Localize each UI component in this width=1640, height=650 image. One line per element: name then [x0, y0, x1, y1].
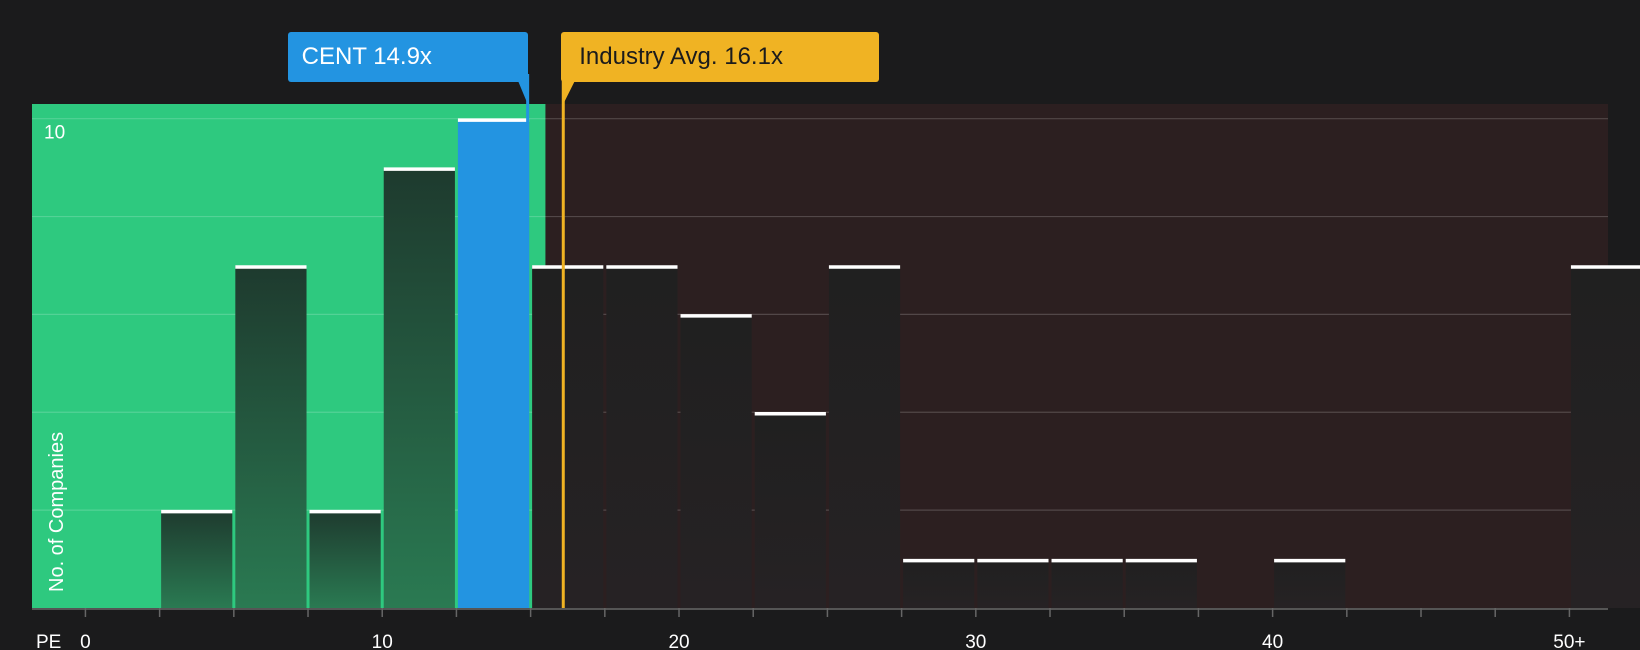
histogram-bar	[828, 265, 901, 608]
x-tick-label: 0	[80, 632, 91, 650]
histogram-bar	[1125, 559, 1197, 608]
histogram-bar	[977, 559, 1049, 608]
histogram-bar	[680, 314, 752, 608]
x-tick-label: 40	[1262, 632, 1283, 650]
histogram-bar	[606, 265, 678, 608]
histogram-bar	[532, 265, 604, 608]
histogram-bar	[1570, 265, 1640, 608]
histogram-bar	[1274, 559, 1346, 608]
histogram-bar	[1051, 559, 1123, 608]
x-axis-label: PE	[36, 632, 61, 650]
y-tick-label: 10	[44, 123, 65, 144]
histogram-bar	[235, 265, 307, 608]
industry-average-callout: Industry Avg. 16.1x	[561, 32, 880, 82]
x-tick-label: 50+	[1553, 632, 1585, 650]
x-tick-label: 30	[965, 632, 986, 650]
histogram-bar	[903, 559, 975, 608]
pe-distribution-chart: 0 10 20 30 40 50+ 10 No. of Companies PE	[0, 0, 1640, 650]
histogram-bar	[309, 510, 381, 608]
y-axis-label: No. of Companies	[46, 432, 68, 592]
histogram-bar	[457, 118, 530, 608]
histogram-bar	[754, 412, 826, 608]
company-pe-callout: CENT 14.9x	[287, 32, 528, 82]
histogram-bar	[161, 510, 233, 608]
x-tick-label: 10	[372, 632, 393, 650]
histogram-bar	[383, 167, 455, 609]
x-tick-label: 20	[668, 632, 689, 650]
